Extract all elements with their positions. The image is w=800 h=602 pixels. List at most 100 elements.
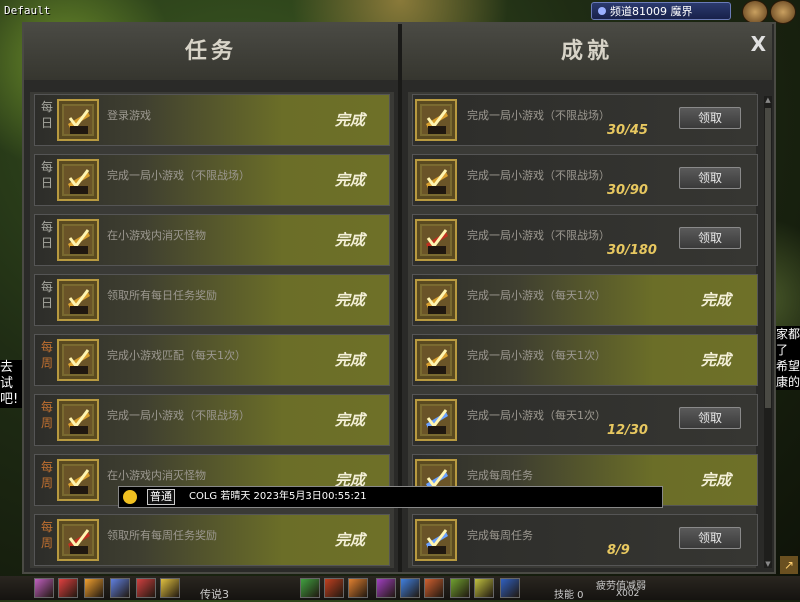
achievement-row: 完成一局小游戏（不限战场） 30/45 领取 [412, 94, 758, 146]
scrollbar-thumb[interactable] [765, 108, 771, 408]
reward-icon [57, 399, 99, 441]
hotbar-slot[interactable] [400, 578, 420, 598]
reward-icon [57, 279, 99, 321]
hotbar-slot[interactable] [450, 578, 470, 598]
task-row: 每日 完成一局小游戏（不限战场） 完成 [34, 154, 390, 206]
achievement-icon [415, 339, 457, 381]
achievement-progress: 30/180 [607, 243, 657, 258]
achievement-icon [415, 519, 457, 561]
chat-channel-tag: 普通 [147, 489, 175, 505]
claim-button[interactable]: 领取 [679, 167, 741, 189]
achievement-title: 完成一局小游戏（不限战场） [467, 109, 610, 122]
skill-label: 技能 0 [554, 590, 584, 601]
channel-text: 频道81009 魔界 [610, 5, 693, 18]
achievement-icon [415, 279, 457, 321]
reward-icon [57, 99, 99, 141]
hotbar-slot[interactable] [84, 578, 104, 598]
task-frequency-tag: 每日 [40, 100, 53, 130]
task-title: 领取所有每日任务奖励 [107, 289, 217, 302]
reward-icon [57, 159, 99, 201]
achievement-title: 完成一局小游戏（不限战场） [467, 229, 610, 242]
hotbar-slot[interactable] [424, 578, 444, 598]
settings-icon[interactable] [770, 0, 796, 24]
tasks-header: 任务 [24, 24, 398, 80]
achievement-title: 完成一局小游戏（每天1次） [467, 289, 606, 302]
task-title: 领取所有每周任务奖励 [107, 529, 217, 542]
hotbar-slot[interactable] [136, 578, 156, 598]
hotbar-slot[interactable] [160, 578, 180, 598]
task-status: 完成 [335, 531, 366, 549]
expand-arrow-button[interactable]: ↗ [780, 556, 798, 574]
task-frequency-tag: 每周 [40, 340, 53, 370]
hotbar-slot[interactable] [300, 578, 320, 598]
claim-button[interactable]: 领取 [679, 227, 741, 249]
side-chat-text-right: 家都 了 希望 康的 [776, 326, 800, 390]
scroll-down-arrow[interactable]: ▼ [764, 560, 772, 568]
scroll-up-arrow[interactable]: ▲ [764, 96, 772, 104]
achievement-title: 完成一局小游戏（不限战场） [467, 169, 610, 182]
task-row: 每日 领取所有每日任务奖励 完成 [34, 274, 390, 326]
achievement-progress: 30/90 [607, 183, 648, 198]
channel-selector[interactable]: 频道81009 魔界 [591, 2, 731, 20]
task-status: 完成 [335, 291, 366, 309]
hotbar-slot[interactable] [474, 578, 494, 598]
hotbar-slot[interactable] [34, 578, 54, 598]
task-row: 每日 在小游戏内消灭怪物 完成 [34, 214, 390, 266]
side-chat-text-left: 去试 吧! [0, 360, 22, 408]
menu-icon[interactable] [742, 0, 768, 24]
hotbar-slot[interactable] [500, 578, 520, 598]
task-frequency-tag: 每日 [40, 220, 53, 250]
task-title: 完成小游戏匹配（每天1次） [107, 349, 246, 362]
task-status: 完成 [335, 411, 366, 429]
achievements-header: 成就 [402, 24, 772, 80]
achievement-title: 完成一局小游戏（每天1次） [467, 409, 606, 422]
count-label: X002 [616, 589, 640, 599]
claim-button[interactable]: 领取 [679, 107, 741, 129]
achievement-progress: 12/30 [607, 423, 648, 438]
task-row: 每周 完成一局小游戏（不限战场） 完成 [34, 394, 390, 446]
task-status: 完成 [335, 231, 366, 249]
window-label: Default [4, 4, 51, 17]
task-status: 完成 [335, 171, 366, 189]
hotbar-slot[interactable] [324, 578, 344, 598]
hotbar-slot[interactable] [58, 578, 78, 598]
achievement-status: 完成 [701, 291, 732, 309]
achievement-row: 完成一局小游戏（每天1次） 完成 [412, 334, 758, 386]
close-button[interactable]: X [751, 32, 766, 56]
task-frequency-tag: 每周 [40, 400, 53, 430]
emoji-face-icon [123, 490, 137, 504]
reward-icon [57, 519, 99, 561]
task-frequency-tag: 每日 [40, 160, 53, 190]
achievement-row: 完成一局小游戏（每天1次） 12/30 领取 [412, 394, 758, 446]
hotbar-slot[interactable] [348, 578, 368, 598]
channel-icon [598, 7, 606, 15]
achievement-icon [415, 159, 457, 201]
task-title: 在小游戏内消灭怪物 [107, 229, 206, 242]
achievement-title: 完成每周任务 [467, 469, 533, 482]
task-row: 每周 领取所有每周任务奖励 完成 [34, 514, 390, 566]
task-title: 完成一局小游戏（不限战场） [107, 169, 250, 182]
reward-icon [57, 219, 99, 261]
task-status: 完成 [335, 351, 366, 369]
achievement-icon [415, 399, 457, 441]
achievement-row: 完成每周任务 8/9 领取 [412, 514, 758, 566]
hotbar-slot[interactable] [376, 578, 396, 598]
task-title: 完成一局小游戏（不限战场） [107, 409, 250, 422]
achievement-title: 完成每周任务 [467, 529, 533, 542]
reward-icon [57, 339, 99, 381]
chat-message: 普通 COLG 若晴天 2023年5月3日00:55:21 [118, 486, 663, 508]
task-frequency-tag: 每日 [40, 280, 53, 310]
achievement-row: 完成一局小游戏（不限战场） 30/90 领取 [412, 154, 758, 206]
achievement-row: 完成一局小游戏（每天1次） 完成 [412, 274, 758, 326]
chat-text: COLG 若晴天 2023年5月3日00:55:21 [189, 491, 367, 502]
achievement-row: 完成一局小游戏（不限战场） 30/180 领取 [412, 214, 758, 266]
task-title: 在小游戏内消灭怪物 [107, 469, 206, 482]
claim-button[interactable]: 领取 [679, 527, 741, 549]
hotbar-slot[interactable] [110, 578, 130, 598]
task-title: 登录游戏 [107, 109, 151, 122]
claim-button[interactable]: 领取 [679, 407, 741, 429]
task-status: 完成 [335, 111, 366, 129]
achievement-status: 完成 [701, 471, 732, 489]
achievement-title: 完成一局小游戏（每天1次） [467, 349, 606, 362]
task-row: 每周 完成小游戏匹配（每天1次） 完成 [34, 334, 390, 386]
